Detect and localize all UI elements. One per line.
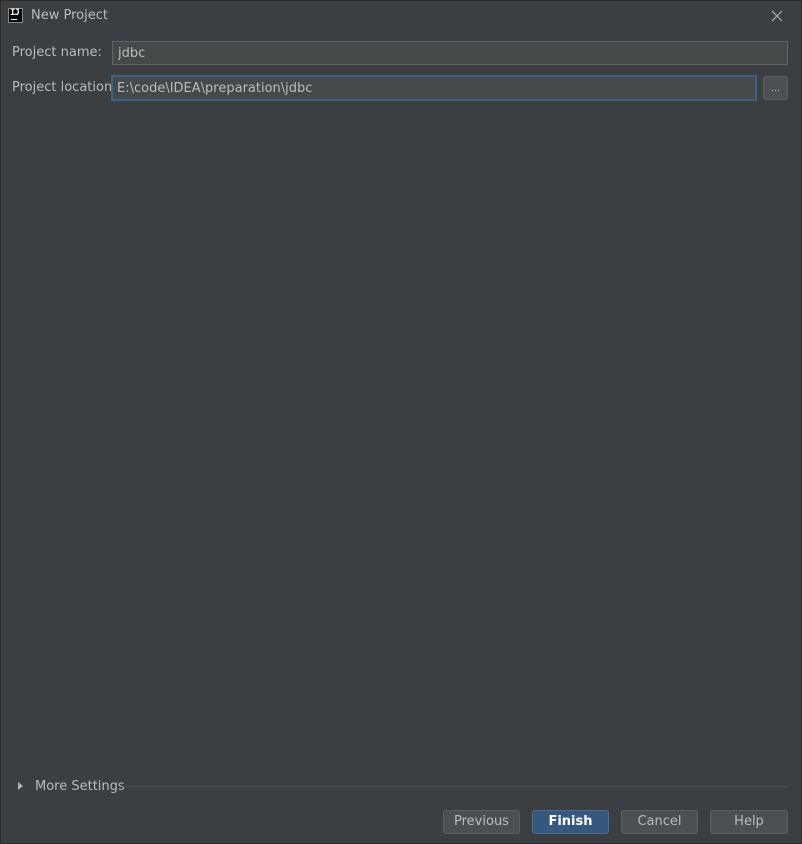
cancel-button[interactable]: Cancel [621, 810, 698, 834]
finish-button[interactable]: Finish [532, 810, 609, 834]
previous-button[interactable]: Previous [443, 810, 520, 834]
browse-location-button[interactable]: ... [763, 76, 788, 100]
expand-triangle-icon [18, 782, 23, 790]
more-settings-label: More Settings [35, 778, 125, 794]
project-name-input[interactable] [112, 41, 788, 65]
help-button[interactable]: Help [710, 810, 788, 834]
app-icon-text: IJ [10, 8, 20, 18]
window-title: New Project [31, 8, 108, 23]
close-button[interactable] [767, 6, 787, 26]
project-location-input[interactable] [111, 75, 757, 101]
project-location-label: Project location: [12, 80, 117, 95]
project-name-label: Project name: [12, 45, 102, 60]
more-settings-divider [122, 786, 789, 787]
new-project-dialog: IJ New Project Project name: Project loc… [0, 0, 802, 844]
intellij-app-icon: IJ [8, 8, 23, 23]
title-bar: IJ New Project [1, 1, 801, 31]
more-settings-toggle[interactable]: More Settings [16, 777, 125, 795]
close-icon [771, 10, 783, 22]
